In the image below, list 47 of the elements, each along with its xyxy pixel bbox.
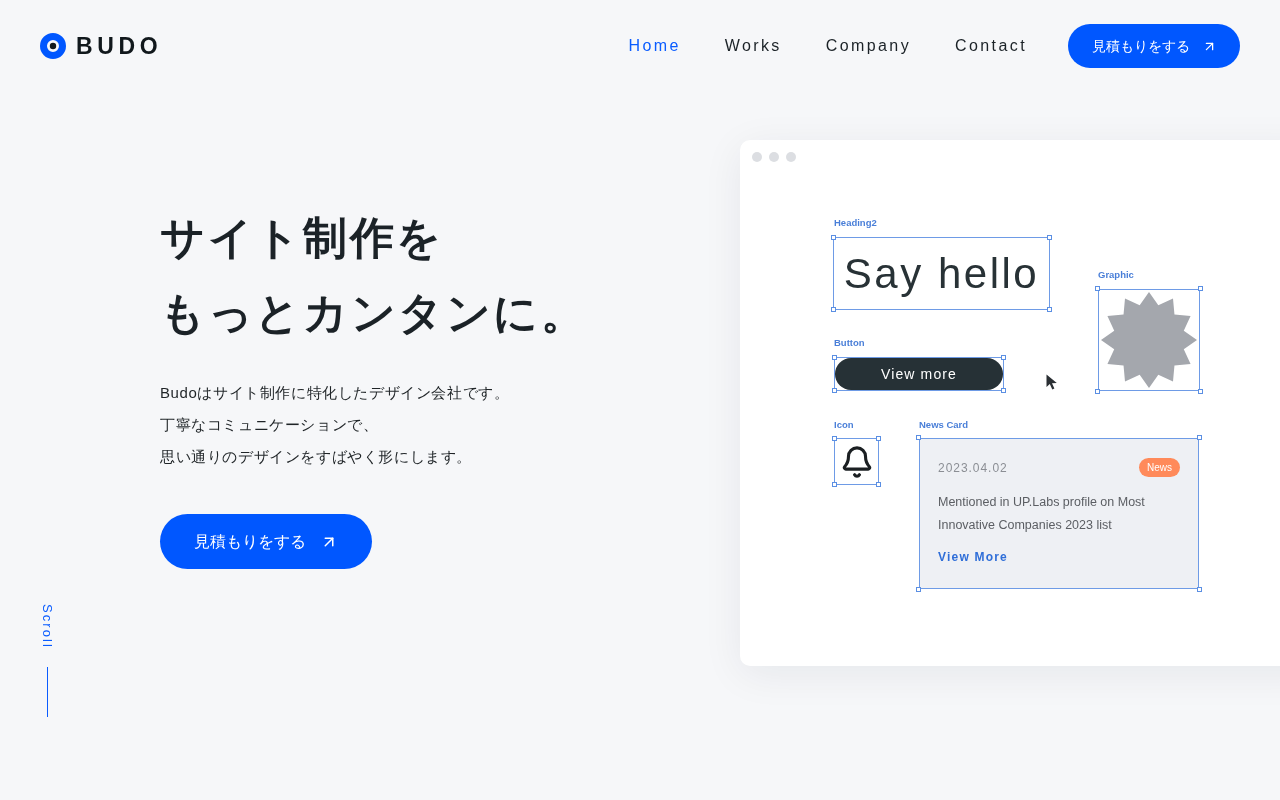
- logo-ring-icon: [40, 33, 66, 59]
- element-label: Graphic: [1098, 269, 1134, 281]
- description-line: 思い通りのデザインをすばやく形にします。: [160, 447, 472, 467]
- selection-handle: [1198, 286, 1203, 291]
- selection-handle: [1095, 389, 1100, 394]
- selection-handle: [832, 482, 837, 487]
- estimate-button[interactable]: 見積もりをする: [1068, 24, 1240, 68]
- scroll-label: Scroll: [40, 604, 54, 649]
- selection-handle: [1001, 355, 1006, 360]
- nav-link[interactable]: Home: [628, 34, 681, 58]
- selection-handle: [916, 435, 921, 440]
- selection-handle: [1001, 388, 1006, 393]
- element-label: Icon: [834, 419, 854, 431]
- selection-handle: [916, 587, 921, 592]
- selection-handle: [1197, 587, 1202, 592]
- selection-handle: [1198, 389, 1203, 394]
- description-line: 丁寧なコミュニケーションで、: [160, 415, 379, 435]
- selection-handle: [876, 436, 881, 441]
- view-more-link[interactable]: View More: [938, 548, 1008, 566]
- selection-handle: [832, 355, 837, 360]
- selection-handle: [832, 436, 837, 441]
- logo-text: BUDO: [76, 31, 163, 61]
- news-date: 2023.04.02: [938, 459, 1008, 477]
- view-more-button[interactable]: View more: [835, 358, 1003, 390]
- selection-handle: [876, 482, 881, 487]
- nav-link[interactable]: Works: [724, 34, 782, 58]
- selection-handle: [1047, 235, 1052, 240]
- news-tag: News: [1139, 458, 1180, 477]
- scroll-line: [47, 667, 48, 717]
- selection-handle: [831, 235, 836, 240]
- element-label: Heading2: [834, 217, 877, 229]
- selection-handle: [1047, 307, 1052, 312]
- nav-link[interactable]: Company: [825, 34, 912, 58]
- description-line: Budoはサイト制作に特化したデザイン会社です。: [160, 383, 510, 403]
- selection-handle: [1197, 435, 1202, 440]
- heading-text: Say hello: [843, 248, 1040, 299]
- selection-handle: [832, 388, 837, 393]
- selection-handle: [831, 307, 836, 312]
- estimate-button[interactable]: 見積もりをする: [160, 514, 372, 569]
- selection-handle: [1095, 286, 1100, 291]
- element-label: Button: [834, 337, 865, 349]
- nav-link[interactable]: Contact: [955, 34, 1027, 58]
- headline-line: サイト制作を: [160, 212, 444, 264]
- headline-line: もっとカンタンに。: [160, 287, 588, 339]
- cursor-icon: [1046, 374, 1058, 390]
- news-text: Mentioned in UP.Labs profile on Most Innovative Companies 2023 list: [938, 494, 1146, 534]
- element-label: News Card: [919, 419, 969, 431]
